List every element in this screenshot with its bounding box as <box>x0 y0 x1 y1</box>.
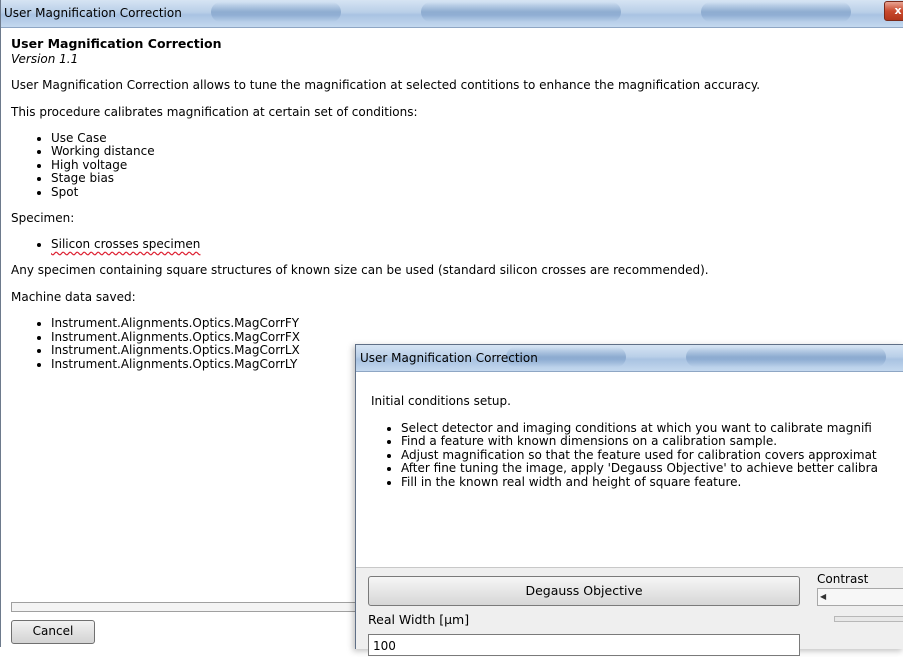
dialog-titlebar[interactable]: User Magnification Correction <box>356 345 903 372</box>
list-item: Select detector and imaging conditions a… <box>401 421 878 435</box>
list-item: Instrument.Alignments.Optics.MagCorrFY <box>51 317 903 331</box>
real-width-input[interactable]: 100 <box>368 634 800 656</box>
list-item: Silicon crosses specimen <box>51 237 903 252</box>
conditions-list: Use Case Working distance High voltage S… <box>11 131 903 199</box>
main-titlebar[interactable]: User Magnification Correction x <box>1 0 903 28</box>
list-item: Instrument.Alignments.Optics.MagCorrFX <box>51 330 903 344</box>
close-icon: x <box>894 4 902 17</box>
machine-data-label: Machine data saved: <box>11 290 136 305</box>
cancel-button[interactable]: Cancel <box>11 620 95 644</box>
steps-list: Select detector and imaging conditions a… <box>371 421 878 489</box>
titlebar-glass-decoration <box>421 2 621 22</box>
dialog-controls-panel: Degauss Objective Contrast ◀ Real Width … <box>356 567 903 656</box>
contrast-slider[interactable]: ◀ <box>817 588 903 606</box>
dialog-title: User Magnification Correction <box>360 351 538 365</box>
list-item: High voltage <box>51 158 903 172</box>
dialog-body: Initial conditions setup. Select detecto… <box>356 372 903 570</box>
titlebar-glass-decoration <box>701 2 851 22</box>
intro-text: User Magnification Correction allows to … <box>11 78 761 92</box>
specimen-note: Any specimen containing square structure… <box>11 263 709 278</box>
specimen-list: Silicon crosses specimen <box>11 237 903 252</box>
contrast-label: Contrast <box>817 572 869 586</box>
list-item: Stage bias <box>51 171 903 185</box>
close-button[interactable]: x <box>884 1 903 21</box>
list-item: After fine tuning the image, apply 'Dega… <box>401 461 878 475</box>
list-item: Find a feature with known dimensions on … <box>401 434 878 448</box>
progress-bar <box>11 602 362 612</box>
list-item: Working distance <box>51 144 903 158</box>
page-title: User Magnification Correction <box>11 36 222 51</box>
contrast-track[interactable] <box>834 616 903 622</box>
arrow-left-icon[interactable]: ◀ <box>820 589 832 605</box>
window-title: User Magnification Correction <box>4 6 182 20</box>
procedure-text: This procedure calibrates magnification … <box>11 105 418 119</box>
list-item: Adjust magnification so that the feature… <box>401 448 878 462</box>
dialog-intro: Initial conditions setup. <box>371 394 511 408</box>
list-item: Spot <box>51 185 903 199</box>
specimen-item: Silicon crosses specimen <box>51 237 201 252</box>
calibration-dialog: User Magnification Correction Initial co… <box>355 344 903 656</box>
version-text: Version 1.1 <box>11 52 79 66</box>
degauss-objective-button[interactable]: Degauss Objective <box>368 576 800 606</box>
titlebar-glass-decoration <box>686 347 886 367</box>
list-item: Use Case <box>51 131 903 145</box>
real-width-label: Real Width [µm] <box>368 612 470 627</box>
titlebar-glass-decoration <box>211 2 341 22</box>
list-item: Fill in the known real width and height … <box>401 475 878 489</box>
specimen-label: Specimen: <box>11 211 75 226</box>
